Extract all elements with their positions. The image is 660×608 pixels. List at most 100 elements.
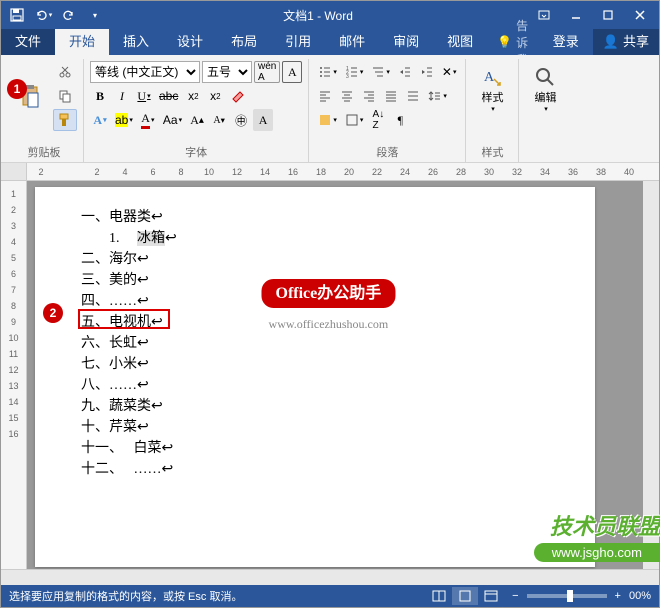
svg-text:3: 3	[346, 74, 349, 79]
document-page: 一、电器类↩ 1. 冰箱↩二、海尔↩三、美的↩四、……↩五、电视机↩六、长虹↩七…	[35, 187, 595, 567]
copy-button[interactable]	[53, 85, 77, 107]
svg-text:A: A	[484, 70, 495, 85]
justify-button[interactable]	[381, 85, 401, 107]
superscript-button[interactable]: x2	[205, 85, 225, 107]
asian-layout-button[interactable]: ✕▾	[439, 61, 460, 83]
multilevel-list-button[interactable]: ▾	[368, 61, 393, 83]
format-painter-button[interactable]	[53, 109, 77, 131]
decrease-indent-button[interactable]	[395, 61, 415, 83]
watermark: Office办公助手 www.officezhushou.com	[261, 279, 395, 335]
align-left-button[interactable]	[315, 85, 335, 107]
align-right-button[interactable]	[359, 85, 379, 107]
tab-review[interactable]: 审阅	[379, 29, 433, 55]
group-font: 等线 (中文正文) 五号 wénA A B I U▾ abc x2 x2 A▾ …	[84, 59, 309, 162]
highlight-box	[78, 309, 170, 329]
increase-indent-button[interactable]	[417, 61, 437, 83]
subscript-button[interactable]: x2	[183, 85, 203, 107]
doc-line[interactable]: 七、小米↩	[81, 354, 549, 375]
status-text: 选择要应用复制的格式的内容，或按 Esc 取消。	[9, 588, 242, 604]
logo-overlay: 技术员联盟 www.jsgho.com	[534, 509, 660, 562]
person-icon: 👤	[603, 29, 619, 55]
highlight-button[interactable]: ab▾	[112, 109, 136, 131]
clear-format-button[interactable]	[227, 85, 249, 107]
status-bar: 选择要应用复制的格式的内容，或按 Esc 取消。 − + 00%	[1, 585, 659, 607]
group-paragraph: ▾ 123▾ ▾ ✕▾ ▾ ▾ ▾	[309, 59, 466, 162]
tab-layout[interactable]: 布局	[217, 29, 271, 55]
ruler-horizontal[interactable]: 2246810121416182022242628303234363840	[1, 163, 659, 181]
titlebar: ▾ ▾ 文档1 - Word	[1, 1, 659, 29]
tab-home[interactable]: 开始	[55, 29, 109, 55]
scrollbar-horizontal[interactable]	[1, 569, 659, 585]
doc-line[interactable]: 十、芹菜↩	[81, 417, 549, 438]
minimize-button[interactable]	[561, 4, 591, 26]
ribbon-tabs: 文件 开始 插入 设计 布局 引用 邮件 审阅 视图 💡告诉我... 登录 👤共…	[1, 29, 659, 55]
change-case-button[interactable]: Aa▾	[160, 109, 185, 131]
grow-font-button[interactable]: A▴	[187, 109, 207, 131]
zoom-out-button[interactable]: −	[512, 590, 518, 602]
qat-customize-button[interactable]: ▾	[83, 4, 107, 26]
font-color-button[interactable]: A▾	[138, 109, 158, 131]
zoom-label[interactable]: 00%	[629, 590, 651, 602]
doc-line[interactable]: 十二、 ……↩	[81, 459, 549, 480]
group-styles: A样式▾ 样式	[466, 59, 519, 162]
tab-file[interactable]: 文件	[1, 29, 55, 55]
font-name-select[interactable]: 等线 (中文正文)	[90, 61, 200, 83]
text-effects-button[interactable]: A▾	[90, 109, 110, 131]
doc-line[interactable]: 1. 冰箱↩	[81, 228, 549, 249]
close-button[interactable]	[625, 4, 655, 26]
doc-line[interactable]: 六、长虹↩	[81, 333, 549, 354]
borders-button[interactable]: ▾	[342, 109, 367, 131]
shrink-font-button[interactable]: A▾	[209, 109, 229, 131]
bullets-button[interactable]: ▾	[315, 61, 340, 83]
group-label-styles: 样式	[472, 142, 512, 162]
tab-mailings[interactable]: 邮件	[325, 29, 379, 55]
character-border-button[interactable]: A	[282, 61, 302, 83]
group-editing: 编辑▾	[519, 59, 571, 162]
redo-button[interactable]	[57, 4, 81, 26]
italic-button[interactable]: I	[112, 85, 132, 107]
numbering-button[interactable]: 123▾	[342, 61, 367, 83]
lightbulb-icon: 💡	[497, 35, 512, 49]
zoom-in-button[interactable]: +	[615, 590, 621, 602]
styles-button[interactable]: A样式▾	[472, 61, 512, 117]
tab-references[interactable]: 引用	[271, 29, 325, 55]
doc-line[interactable]: 九、蔬菜类↩	[81, 396, 549, 417]
strikethrough-button[interactable]: abc	[156, 85, 181, 107]
cut-button[interactable]	[53, 61, 77, 83]
character-shading-button[interactable]: A	[253, 109, 273, 131]
phonetic-guide-button[interactable]: wénA	[254, 61, 280, 83]
group-label-paragraph: 段落	[315, 142, 459, 162]
tab-design[interactable]: 设计	[163, 29, 217, 55]
font-size-select[interactable]: 五号	[202, 61, 252, 83]
show-marks-button[interactable]: ¶	[390, 109, 410, 131]
callout-badge-2: 2	[43, 303, 63, 323]
doc-line[interactable]: 一、电器类↩	[81, 207, 549, 228]
save-button[interactable]	[5, 4, 29, 26]
zoom-slider[interactable]	[527, 594, 607, 598]
doc-line[interactable]: 八、……↩	[81, 375, 549, 396]
group-label-font: 字体	[90, 142, 302, 162]
editing-button[interactable]: 编辑▾	[525, 61, 565, 117]
doc-line[interactable]: 二、海尔↩	[81, 249, 549, 270]
window-title: 文档1 - Word	[107, 7, 529, 24]
distribute-button[interactable]	[403, 85, 423, 107]
callout-badge-1: 1	[7, 79, 27, 99]
undo-button[interactable]: ▾	[31, 4, 55, 26]
align-center-button[interactable]	[337, 85, 357, 107]
signin-button[interactable]: 登录	[539, 29, 593, 55]
group-label-clipboard: 剪贴板	[11, 142, 77, 162]
share-button[interactable]: 👤共享	[593, 29, 659, 55]
bold-button[interactable]: B	[90, 85, 110, 107]
ribbon: 1 剪贴板 等线 (中文正文) 五号 wénA	[1, 55, 659, 163]
doc-line[interactable]: 十一、 白菜↩	[81, 438, 549, 459]
sort-button[interactable]: A↓Z	[368, 109, 388, 131]
ruler-vertical[interactable]: 12345678910111213141516	[1, 181, 27, 569]
enclose-char-button[interactable]: ㊥	[231, 109, 251, 131]
underline-button[interactable]: U▾	[134, 85, 154, 107]
shading-button[interactable]: ▾	[315, 109, 340, 131]
line-spacing-button[interactable]: ▾	[425, 85, 450, 107]
group-clipboard: 剪贴板	[5, 59, 84, 162]
tab-insert[interactable]: 插入	[109, 29, 163, 55]
maximize-button[interactable]	[593, 4, 623, 26]
tab-view[interactable]: 视图	[433, 29, 487, 55]
